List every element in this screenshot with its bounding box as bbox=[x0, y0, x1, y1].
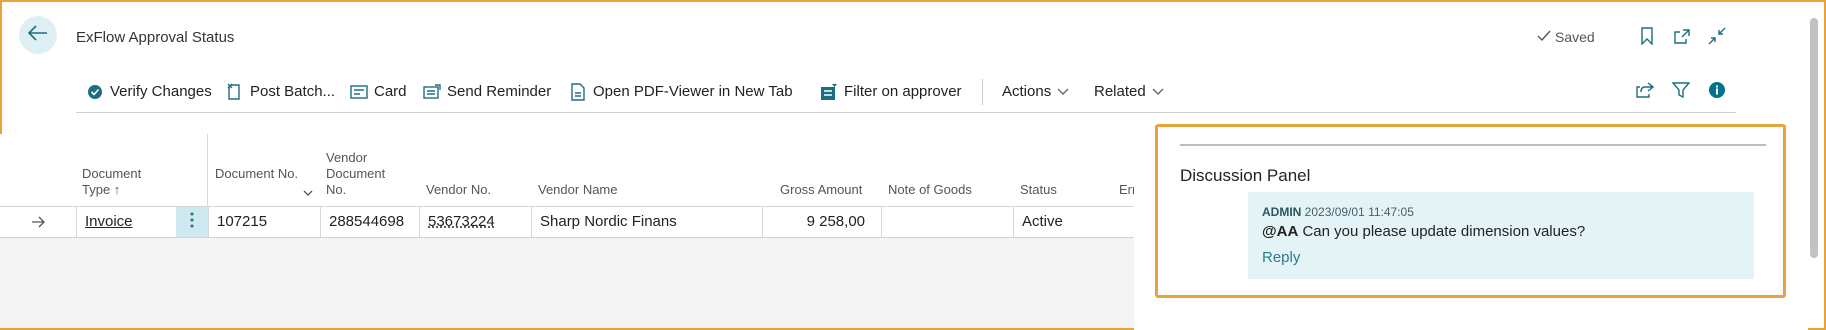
send-reminder-icon bbox=[423, 83, 441, 101]
column-header-label: Document bbox=[326, 166, 386, 181]
message-body: @AA Can you please update dimension valu… bbox=[1262, 223, 1585, 240]
open-pdf-viewer-button[interactable]: Open PDF-Viewer in New Tab bbox=[569, 73, 793, 110]
column-header-gross-amount[interactable]: Gross Amount bbox=[780, 182, 862, 198]
message-meta: ADMIN 2023/09/01 11:47:05 bbox=[1262, 205, 1414, 219]
saved-label: Saved bbox=[1555, 29, 1595, 45]
related-menu[interactable]: Related bbox=[1094, 73, 1164, 110]
checkmark-icon bbox=[1537, 29, 1551, 45]
verify-check-icon bbox=[86, 83, 104, 101]
action-bar: Verify Changes Post Batch... Card Send R… bbox=[76, 73, 1736, 113]
chevron-down-icon bbox=[1152, 83, 1164, 100]
column-header-label: Status bbox=[1020, 182, 1057, 197]
column-header-vendor-document-no[interactable]: Vendor Document No. bbox=[326, 150, 385, 198]
send-reminder-label: Send Reminder bbox=[447, 83, 552, 100]
message-text: Can you please update dimension values? bbox=[1302, 223, 1586, 240]
page-title: ExFlow Approval Status bbox=[76, 29, 235, 46]
open-new-window-icon[interactable] bbox=[1672, 26, 1692, 46]
chevron-down-icon[interactable] bbox=[303, 184, 313, 202]
column-header-document-no[interactable]: Document No. bbox=[215, 166, 298, 182]
filter-on-approver-button[interactable]: Filter on approver bbox=[820, 73, 962, 110]
post-document-icon bbox=[226, 83, 244, 101]
filter-list-icon bbox=[820, 83, 838, 101]
cell-note-of-goods bbox=[881, 207, 1013, 237]
toolbar-separator bbox=[982, 79, 983, 105]
cell-document-type[interactable]: Invoice bbox=[76, 207, 176, 237]
actions-menu[interactable]: Actions bbox=[1002, 73, 1069, 110]
chevron-down-icon bbox=[1057, 83, 1069, 100]
collapse-icon[interactable] bbox=[1707, 26, 1727, 46]
post-batch-button[interactable]: Post Batch... bbox=[226, 73, 335, 110]
share-icon bbox=[1636, 81, 1655, 102]
cell-vendor-no[interactable]: 53673224 bbox=[419, 207, 531, 237]
table-row[interactable]: Invoice 107215 288544698 53673224 Sharp … bbox=[0, 207, 1134, 238]
cell-vendor-name: Sharp Nordic Finans bbox=[531, 207, 762, 237]
discussion-message: ADMIN 2023/09/01 11:47:05 @AA Can you pl… bbox=[1248, 192, 1754, 279]
info-icon bbox=[1708, 81, 1726, 103]
column-header-label: Gross Amount bbox=[780, 182, 863, 197]
column-header-label: Document No. bbox=[215, 166, 299, 181]
card-label: Card bbox=[374, 83, 407, 100]
column-header-label: No. bbox=[326, 182, 347, 197]
factbox-toggle-button[interactable] bbox=[1708, 73, 1726, 110]
related-label: Related bbox=[1094, 83, 1146, 100]
column-header-vendor-no[interactable]: Vendor No. bbox=[426, 182, 491, 198]
column-header-label: Vendor No. bbox=[426, 182, 492, 197]
send-reminder-button[interactable]: Send Reminder bbox=[423, 73, 551, 110]
reply-link[interactable]: Reply bbox=[1262, 249, 1300, 266]
verify-changes-label: Verify Changes bbox=[110, 83, 212, 100]
column-header-label: Vendor bbox=[326, 150, 368, 165]
message-timestamp: 2023/09/01 11:47:05 bbox=[1304, 205, 1414, 219]
saved-status: Saved bbox=[1537, 29, 1595, 45]
open-pdf-viewer-label: Open PDF-Viewer in New Tab bbox=[593, 83, 793, 100]
approval-status-list: Document Type ↑ Document No. Vendor Docu… bbox=[0, 134, 1136, 328]
message-mention: @AA bbox=[1262, 223, 1299, 240]
message-author: ADMIN bbox=[1262, 205, 1302, 219]
post-batch-label: Post Batch... bbox=[250, 83, 336, 100]
back-arrow-icon bbox=[27, 24, 48, 46]
column-header-label: Document bbox=[82, 166, 142, 181]
table-header: Document Type ↑ Document No. Vendor Docu… bbox=[0, 134, 1136, 207]
column-header-label: Note of Goods bbox=[888, 182, 972, 197]
back-button[interactable] bbox=[19, 16, 57, 54]
pdf-document-icon bbox=[569, 82, 587, 101]
card-button[interactable]: Card bbox=[350, 73, 407, 110]
row-selector-arrow-icon[interactable] bbox=[30, 214, 46, 230]
discussion-panel-title: Discussion Panel bbox=[1180, 166, 1311, 185]
column-header-vendor-name[interactable]: Vendor Name bbox=[538, 182, 618, 198]
actions-label: Actions bbox=[1002, 83, 1052, 100]
row-divider bbox=[76, 207, 77, 237]
column-header-label: Vendor Name bbox=[538, 182, 618, 197]
discussion-panel: Discussion Panel ADMIN 2023/09/01 11:47:… bbox=[1155, 124, 1786, 298]
card-icon bbox=[350, 83, 368, 101]
cell-gross-amount: 9 258,00 bbox=[762, 207, 881, 237]
column-header-label: Type ↑ bbox=[82, 182, 121, 197]
column-header-note-of-goods[interactable]: Note of Goods bbox=[888, 182, 972, 198]
column-header-status[interactable]: Status bbox=[1020, 182, 1057, 198]
row-actions-button[interactable] bbox=[176, 207, 208, 237]
filter-on-approver-label: Filter on approver bbox=[844, 83, 962, 100]
cell-document-no: 107215 bbox=[208, 207, 320, 237]
funnel-icon bbox=[1671, 81, 1691, 102]
verify-changes-button[interactable]: Verify Changes bbox=[86, 73, 212, 110]
column-header-document-type[interactable]: Document Type ↑ bbox=[82, 166, 141, 198]
vertical-scrollbar[interactable] bbox=[1810, 18, 1818, 258]
more-vertical-icon bbox=[190, 212, 194, 233]
share-button[interactable] bbox=[1636, 73, 1655, 110]
cell-status: Active bbox=[1013, 207, 1134, 237]
header-divider bbox=[207, 134, 208, 207]
filter-pane-button[interactable] bbox=[1671, 73, 1691, 110]
bookmark-icon[interactable] bbox=[1637, 26, 1657, 46]
panel-divider bbox=[1180, 144, 1766, 146]
cell-vendor-document-no: 288544698 bbox=[320, 207, 419, 237]
